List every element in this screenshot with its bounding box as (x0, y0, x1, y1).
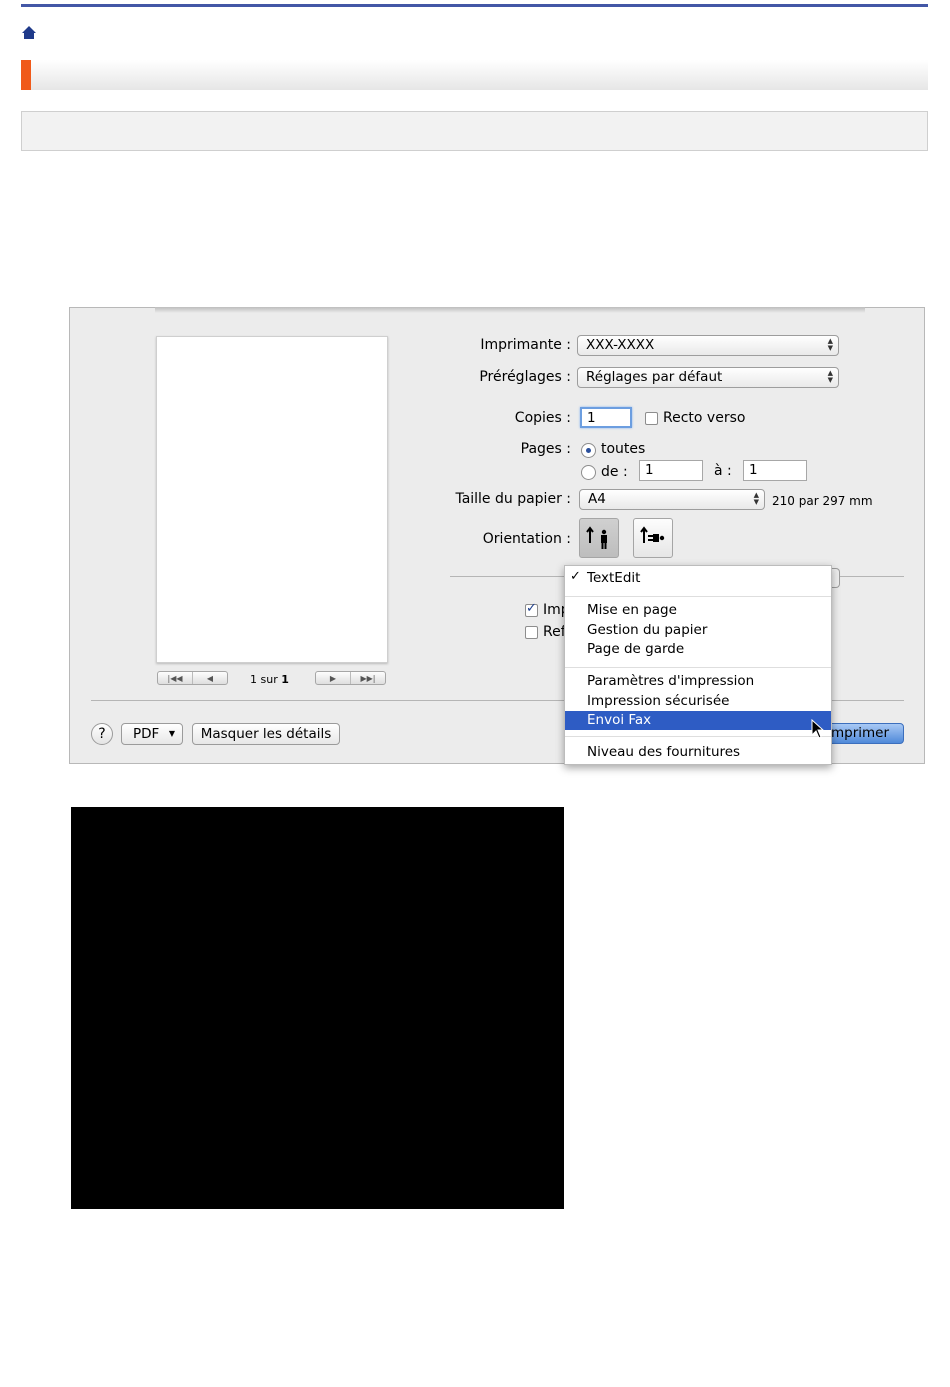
dropdown-arrow-icon: ▼ (168, 729, 175, 738)
menu-item-layout[interactable]: Mise en page (587, 601, 677, 620)
duplex-checkbox[interactable] (645, 412, 658, 425)
pages-all-radio[interactable] (581, 443, 596, 458)
page-title-band (31, 60, 928, 90)
page-counter-total: 1 (281, 673, 289, 686)
portrait-orientation-button[interactable] (579, 518, 619, 558)
home-icon[interactable] (21, 25, 37, 40)
updown-arrow-icon: ▲ ▼ (827, 337, 833, 352)
checkmark-icon: ✓ (526, 601, 537, 616)
paper-size-select[interactable]: A4 ▲ ▼ (579, 489, 765, 510)
pages-from-label: de : (601, 464, 628, 480)
first-page-icon[interactable]: |◀◀ (158, 672, 192, 684)
header-footer-checkbox[interactable]: ✓ (525, 601, 538, 617)
menu-separator (565, 596, 831, 597)
updown-arrow-icon: ▲ ▼ (753, 491, 759, 506)
paper-size-value: A4 (588, 491, 606, 507)
presets-label: Préréglages : (479, 369, 571, 385)
top-accent-line (21, 4, 928, 7)
title-marker (21, 60, 31, 90)
menu-separator (565, 736, 831, 737)
presets-select[interactable]: Réglages par défaut ▲ ▼ (577, 367, 839, 388)
section-select-edge (831, 568, 840, 588)
landscape-orientation-icon (640, 526, 665, 543)
pages-all-label: toutes (601, 441, 646, 457)
menu-item-supply-levels[interactable]: Niveau des fournitures (587, 743, 740, 762)
dialog-top-shadow (155, 307, 865, 313)
paper-size-dimensions: 210 par 297 mm (772, 494, 873, 508)
pages-to-label: à : (714, 463, 732, 479)
mouse-cursor-icon (811, 719, 825, 739)
info-box (21, 111, 928, 151)
menu-item-secure-print[interactable]: Impression sécurisée (587, 692, 729, 711)
rewrap-checkbox[interactable] (525, 626, 538, 639)
previous-page-icon[interactable]: ◀ (192, 672, 227, 684)
black-image-placeholder (71, 807, 564, 1209)
radio-dot (586, 448, 591, 453)
menu-separator (565, 667, 831, 668)
pdf-label: PDF (133, 726, 160, 742)
copies-input[interactable]: 1 (580, 407, 632, 428)
print-preview-page (156, 336, 388, 663)
landscape-orientation-button[interactable] (633, 518, 673, 558)
printer-select[interactable]: XXX-XXXX ▲ ▼ (577, 335, 839, 356)
copies-label: Copies : (514, 410, 571, 426)
pages-label: Pages : (520, 441, 571, 457)
section-popup-menu: ✓ TextEdit Mise en page Gestion du papie… (564, 565, 832, 765)
page-counter-text: 1 sur (250, 673, 282, 686)
pdf-menu-button[interactable]: PDF ▼ (121, 723, 183, 745)
help-button[interactable]: ? (91, 723, 113, 745)
pages-range-radio[interactable] (581, 465, 596, 480)
printer-value: XXX-XXXX (586, 337, 655, 353)
hide-details-button[interactable]: Masquer les détails (192, 723, 340, 745)
duplex-label: Recto verso (663, 410, 746, 426)
pages-to-input[interactable]: 1 (743, 460, 807, 481)
presets-value: Réglages par défaut (586, 369, 723, 385)
orientation-label: Orientation : (482, 531, 571, 547)
menu-item-cover-page[interactable]: Page de garde (587, 640, 684, 659)
page-counter: 1 sur 1 (250, 673, 289, 686)
last-page-icon[interactable]: ▶▶| (350, 672, 385, 684)
menu-item-print-settings[interactable]: Paramètres d'impression (587, 672, 754, 691)
updown-arrow-icon: ▲ ▼ (827, 369, 833, 384)
menu-item-paper-handling[interactable]: Gestion du papier (587, 621, 707, 640)
preview-nav-forward[interactable]: ▶ ▶▶| (315, 671, 386, 685)
rewrap-label: Ref (543, 624, 566, 640)
pages-from-input[interactable]: 1 (639, 460, 703, 481)
preview-nav-back[interactable]: |◀◀ ◀ (157, 671, 228, 685)
paper-size-label: Taille du papier : (455, 491, 571, 507)
portrait-orientation-icon (586, 526, 607, 549)
menu-item-send-fax[interactable]: Envoi Fax (565, 711, 831, 730)
printer-label: Imprimante : (480, 337, 571, 353)
menu-item-textedit[interactable]: TextEdit (587, 569, 640, 588)
next-page-icon[interactable]: ▶ (316, 672, 350, 684)
checkmark-icon: ✓ (570, 569, 581, 584)
